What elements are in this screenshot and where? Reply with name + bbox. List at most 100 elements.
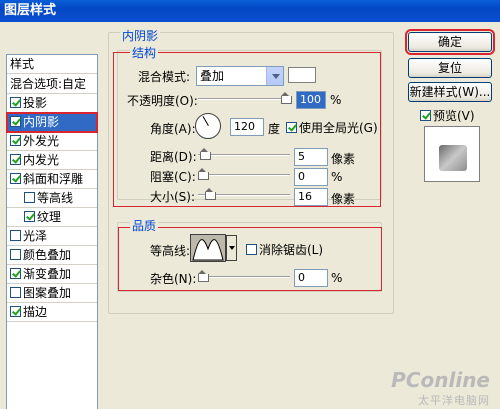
new-style-button[interactable]: 新建样式(W)... <box>408 82 492 102</box>
sidebar-item[interactable]: 外发光 <box>7 132 97 151</box>
sidebar-item[interactable]: 等高线 <box>7 189 97 208</box>
checkbox-icon[interactable] <box>10 287 21 298</box>
sidebar-item-label: 光泽 <box>23 229 48 243</box>
sidebar-item[interactable]: 渐变叠加 <box>7 265 97 284</box>
chevron-down-icon[interactable] <box>266 67 283 85</box>
opacity-slider-thumb[interactable] <box>281 92 292 107</box>
distance-slider-thumb[interactable] <box>200 148 211 163</box>
sidebar-item[interactable]: 内发光 <box>7 151 97 170</box>
sidebar-item[interactable]: 颜色叠加 <box>7 246 97 265</box>
style-preview-thumbnail <box>424 126 480 182</box>
sidebar-item[interactable]: 纹理 <box>7 208 97 227</box>
style-list-header-label: 样式 <box>10 57 35 71</box>
sidebar-item-label: 渐变叠加 <box>23 267 72 281</box>
preview-label: 预览(V) <box>433 109 475 123</box>
checkbox-icon[interactable] <box>10 154 21 165</box>
sidebar-item-label: 纹理 <box>37 210 62 224</box>
style-list: 样式 混合选项:自定投影内阴影外发光内发光斜面和浮雕等高线纹理光泽颜色叠加渐变叠… <box>6 54 98 409</box>
sidebar-item-label: 内阴影 <box>23 115 60 129</box>
distance-slider-track[interactable] <box>198 154 290 156</box>
size-input[interactable]: 16 <box>294 188 328 206</box>
shadow-color-swatch[interactable] <box>288 67 316 83</box>
checkbox-icon[interactable] <box>246 244 257 255</box>
choke-input[interactable]: 0 <box>294 168 328 186</box>
angle-input[interactable]: 120 <box>230 118 264 136</box>
preview-swatch <box>439 145 467 171</box>
checkbox-icon[interactable] <box>10 97 21 108</box>
sidebar-item[interactable]: 图案叠加 <box>7 284 97 303</box>
global-light-checkbox[interactable]: 使用全局光(G) <box>286 119 378 136</box>
watermark: PConline 太平洋电脑网 <box>391 368 490 408</box>
noise-slider-thumb[interactable] <box>198 270 209 285</box>
global-light-label: 使用全局光(G) <box>299 121 378 135</box>
layer-style-dialog: 样式 混合选项:自定 投影 内阴影 外发光 内发光 斜面和浮雕 等高线 纹理 光泽 颜色叠加 渐变叠… <box>0 22 500 409</box>
opacity-label: 不透明度(O): <box>127 94 198 108</box>
noise-slider-track[interactable] <box>198 276 290 278</box>
opacity-unit: % <box>330 93 342 107</box>
checkbox-icon[interactable] <box>10 135 21 146</box>
choke-slider-track[interactable] <box>198 174 290 176</box>
antialias-label: 消除锯齿(L) <box>259 243 324 257</box>
contour-curve-icon <box>191 235 225 261</box>
title-bar: 图层样式 <box>0 0 500 22</box>
checkbox-icon[interactable] <box>286 122 297 133</box>
choke-unit: % <box>331 170 343 184</box>
sidebar-item[interactable]: 投影 <box>7 94 97 113</box>
sidebar-item[interactable]: 混合选项:自定 <box>7 75 97 94</box>
checkbox-icon[interactable] <box>10 306 21 317</box>
watermark-logo: PConline <box>391 368 490 392</box>
sidebar-item-label: 混合选项:自定 <box>10 77 87 91</box>
noise-unit: % <box>331 271 343 285</box>
checkbox-icon[interactable] <box>24 211 35 222</box>
size-unit: 像素 <box>331 192 356 206</box>
checkbox-icon[interactable] <box>420 110 431 121</box>
sidebar-item-label: 颜色叠加 <box>23 248 72 262</box>
preview-checkbox[interactable]: 预览(V) <box>420 107 475 124</box>
chevron-down-icon[interactable] <box>226 235 237 261</box>
sidebar-item[interactable]: 斜面和浮雕 <box>7 170 97 189</box>
sidebar-item[interactable]: 光泽 <box>7 227 97 246</box>
checkbox-icon[interactable] <box>10 173 21 184</box>
reset-button[interactable]: 复位 <box>408 58 492 78</box>
sidebar-item-label: 描边 <box>23 305 48 319</box>
watermark-subtitle: 太平洋电脑网 <box>418 394 490 407</box>
angle-dial[interactable] <box>195 113 221 139</box>
blend-mode-value: 叠加 <box>200 69 225 83</box>
contour-picker[interactable] <box>190 234 237 262</box>
window-title: 图层样式 <box>4 3 57 18</box>
blend-mode-label: 混合模式: <box>138 70 191 84</box>
opacity-slider-track[interactable] <box>198 98 290 100</box>
sidebar-item[interactable]: 内阴影 <box>6 112 98 133</box>
checkbox-icon[interactable] <box>10 268 21 279</box>
sidebar-item-label: 投影 <box>23 96 48 110</box>
checkbox-icon[interactable] <box>24 192 35 203</box>
checkbox-icon[interactable] <box>10 249 21 260</box>
distance-label: 距离(D): <box>150 150 197 164</box>
sidebar-item-label: 图案叠加 <box>23 286 72 300</box>
structure-legend: 结构 <box>130 44 159 61</box>
checkbox-icon[interactable] <box>10 230 21 241</box>
ok-button[interactable]: 确定 <box>405 29 495 55</box>
distance-unit: 像素 <box>331 152 356 166</box>
inner-shadow-title: 内阴影 <box>120 27 161 44</box>
size-slider-thumb[interactable] <box>205 188 216 203</box>
noise-input[interactable]: 0 <box>294 269 328 287</box>
angle-label: 角度(A): <box>150 122 196 136</box>
sidebar-item-label: 斜面和浮雕 <box>23 172 84 186</box>
contour-label: 等高线: <box>150 244 191 258</box>
choke-slider-thumb[interactable] <box>198 168 209 183</box>
blend-mode-select[interactable]: 叠加 <box>196 66 284 86</box>
antialias-checkbox[interactable]: 消除锯齿(L) <box>246 241 323 258</box>
distance-input[interactable]: 5 <box>294 148 328 166</box>
sidebar-item-label: 等高线 <box>37 191 74 205</box>
angle-unit: 度 <box>268 122 281 136</box>
sidebar-item-label: 内发光 <box>23 153 60 167</box>
checkbox-icon[interactable] <box>10 116 21 127</box>
style-list-header: 样式 <box>7 55 97 74</box>
opacity-input[interactable]: 100 <box>296 91 326 109</box>
sidebar-item-label: 外发光 <box>23 134 60 148</box>
noise-label: 杂色(N): <box>150 272 197 286</box>
sidebar-item[interactable]: 描边 <box>7 303 97 322</box>
size-label: 大小(S): <box>150 190 196 204</box>
choke-label: 阻塞(C): <box>150 170 196 184</box>
